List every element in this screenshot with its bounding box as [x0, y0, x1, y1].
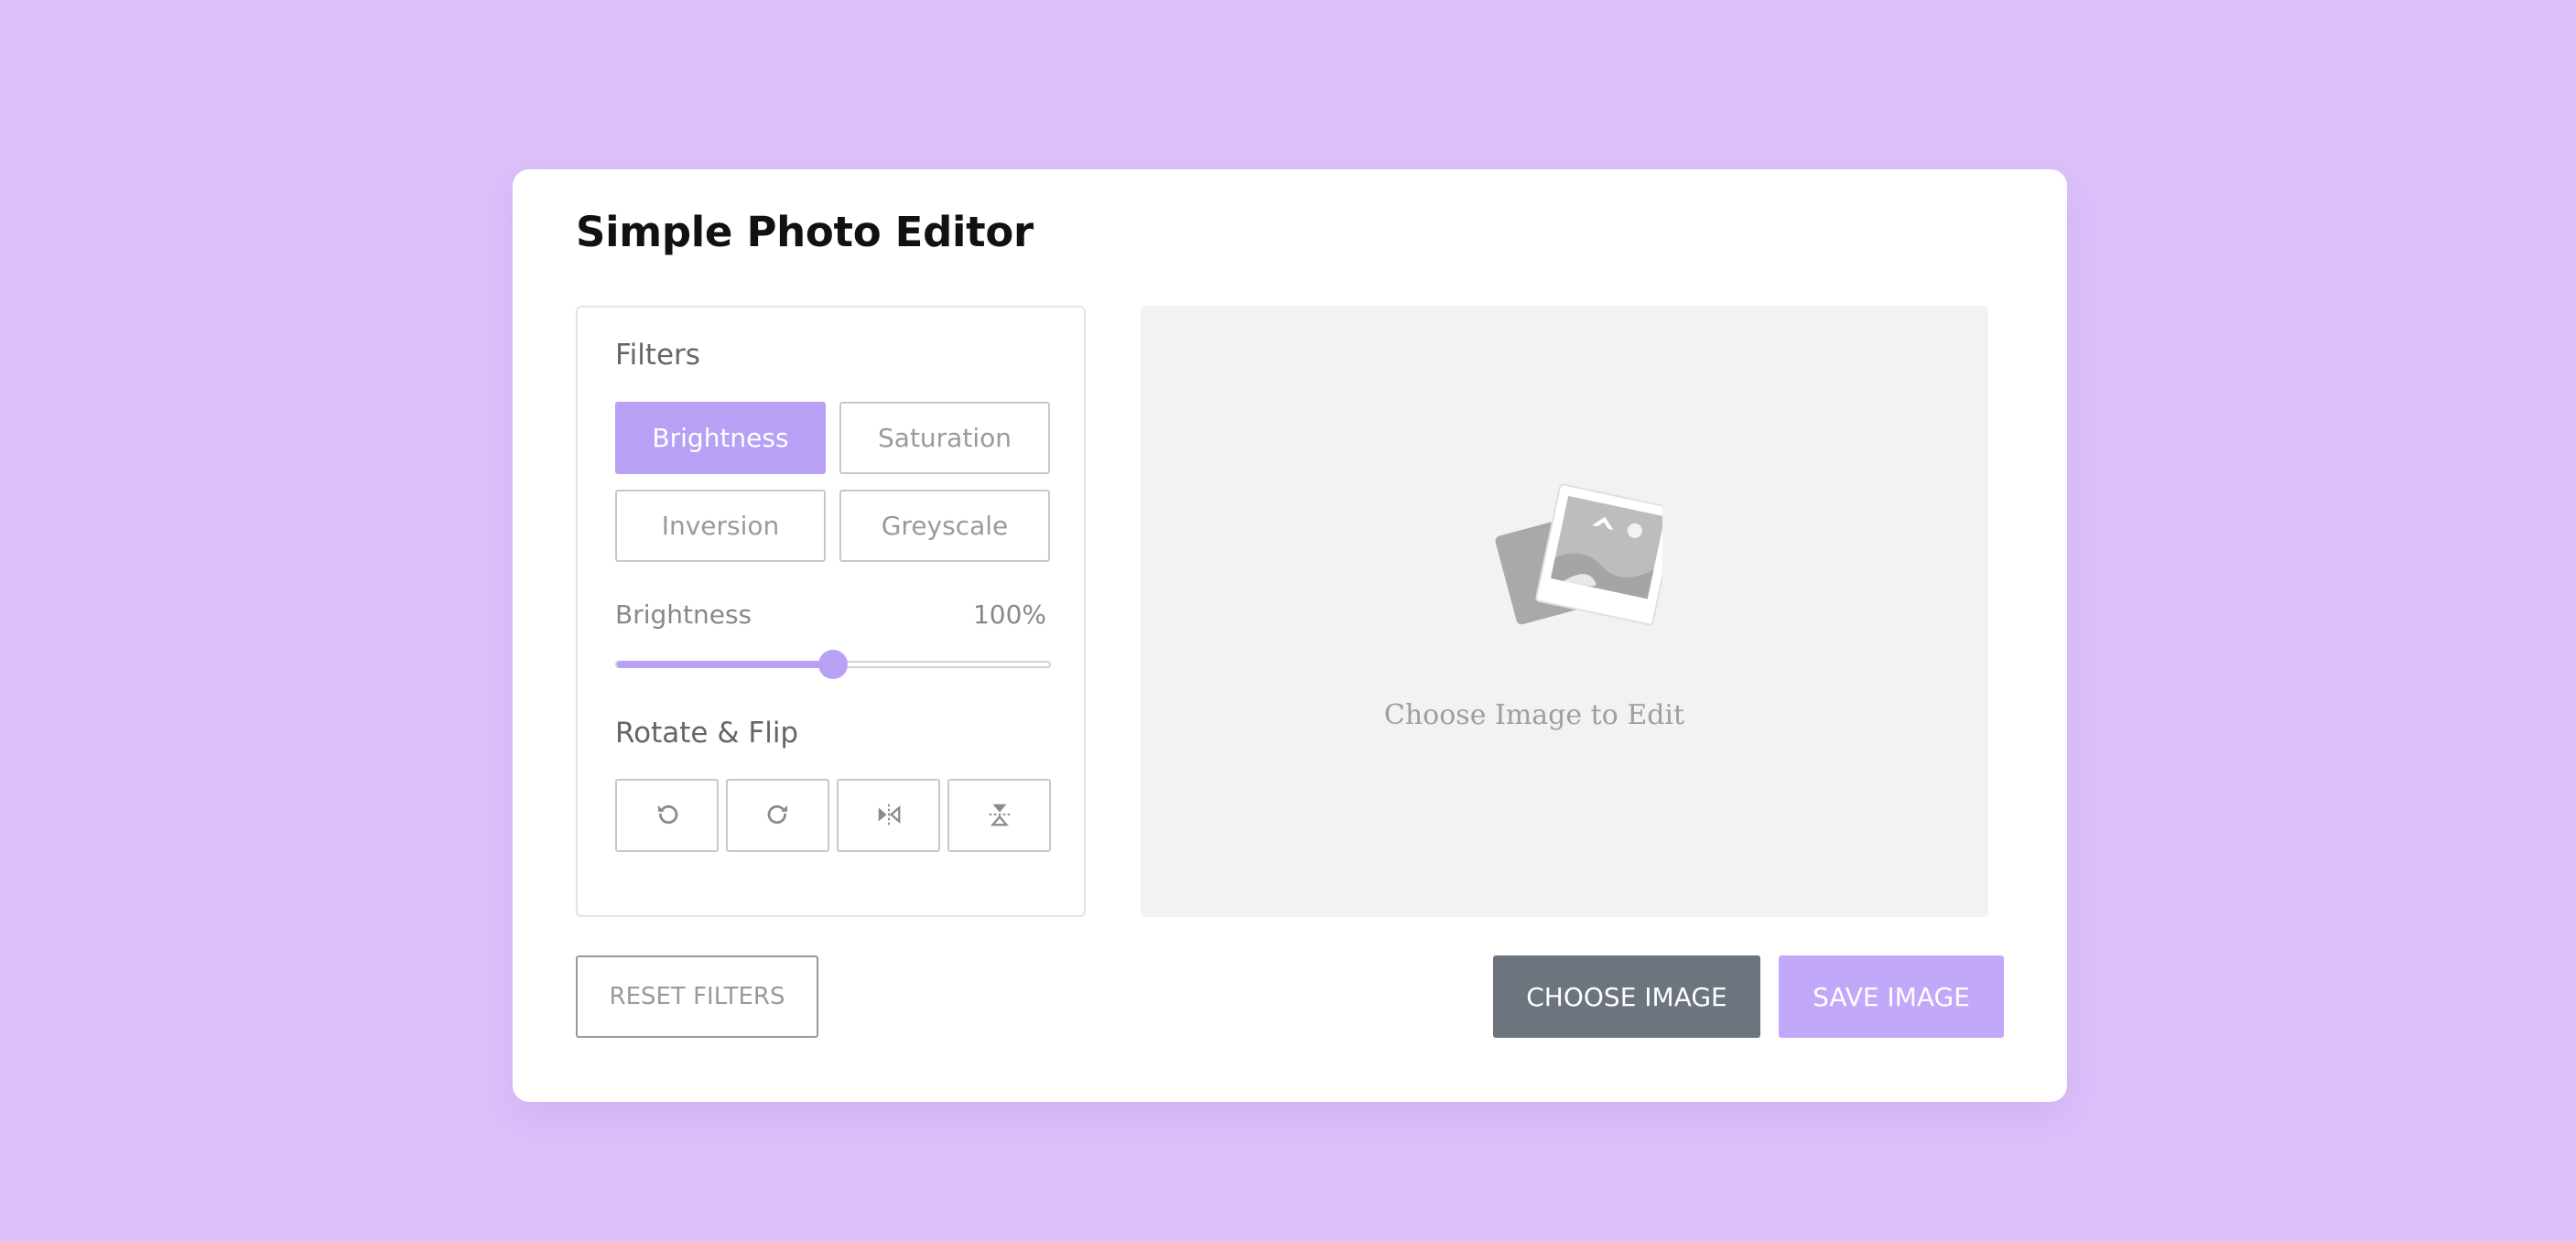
editor-card: Simple Photo Editor Filters Brightness S…	[513, 169, 2067, 1102]
filter-greyscale-button[interactable]: Greyscale	[839, 490, 1050, 562]
rotate-left-icon	[654, 801, 681, 831]
slider-value: 100%	[972, 599, 1046, 630]
flip-horizontal-button[interactable]	[837, 779, 940, 852]
slider-fill	[617, 661, 833, 668]
slider-thumb[interactable]	[818, 650, 848, 679]
filter-brightness-button[interactable]: Brightness	[615, 402, 826, 474]
page-title: Simple Photo Editor	[576, 208, 1034, 256]
image-placeholder-icon	[1479, 470, 1678, 635]
filter-inversion-button[interactable]: Inversion	[615, 490, 826, 562]
preview-placeholder-text: Choose Image to Edit	[1383, 699, 1685, 731]
flip-vertical-icon	[986, 801, 1013, 831]
rotate-right-icon	[764, 801, 792, 831]
brightness-slider[interactable]	[615, 650, 1051, 679]
choose-image-button[interactable]: CHOOSE IMAGE	[1493, 955, 1760, 1038]
rotate-right-button[interactable]	[726, 779, 829, 852]
filters-title: Filters	[615, 339, 700, 372]
controls-panel: Filters Brightness Saturation Inversion …	[576, 306, 1086, 917]
image-preview: Choose Image to Edit	[1141, 306, 1988, 917]
rotate-left-button[interactable]	[615, 779, 719, 852]
rotate-flip-title: Rotate & Flip	[615, 717, 799, 750]
flip-vertical-button[interactable]	[947, 779, 1051, 852]
flip-horizontal-icon	[875, 801, 903, 831]
slider-label: Brightness	[615, 599, 752, 630]
save-image-button[interactable]: SAVE IMAGE	[1779, 955, 2004, 1038]
reset-filters-button[interactable]: RESET FILTERS	[576, 955, 818, 1038]
filter-saturation-button[interactable]: Saturation	[839, 402, 1050, 474]
